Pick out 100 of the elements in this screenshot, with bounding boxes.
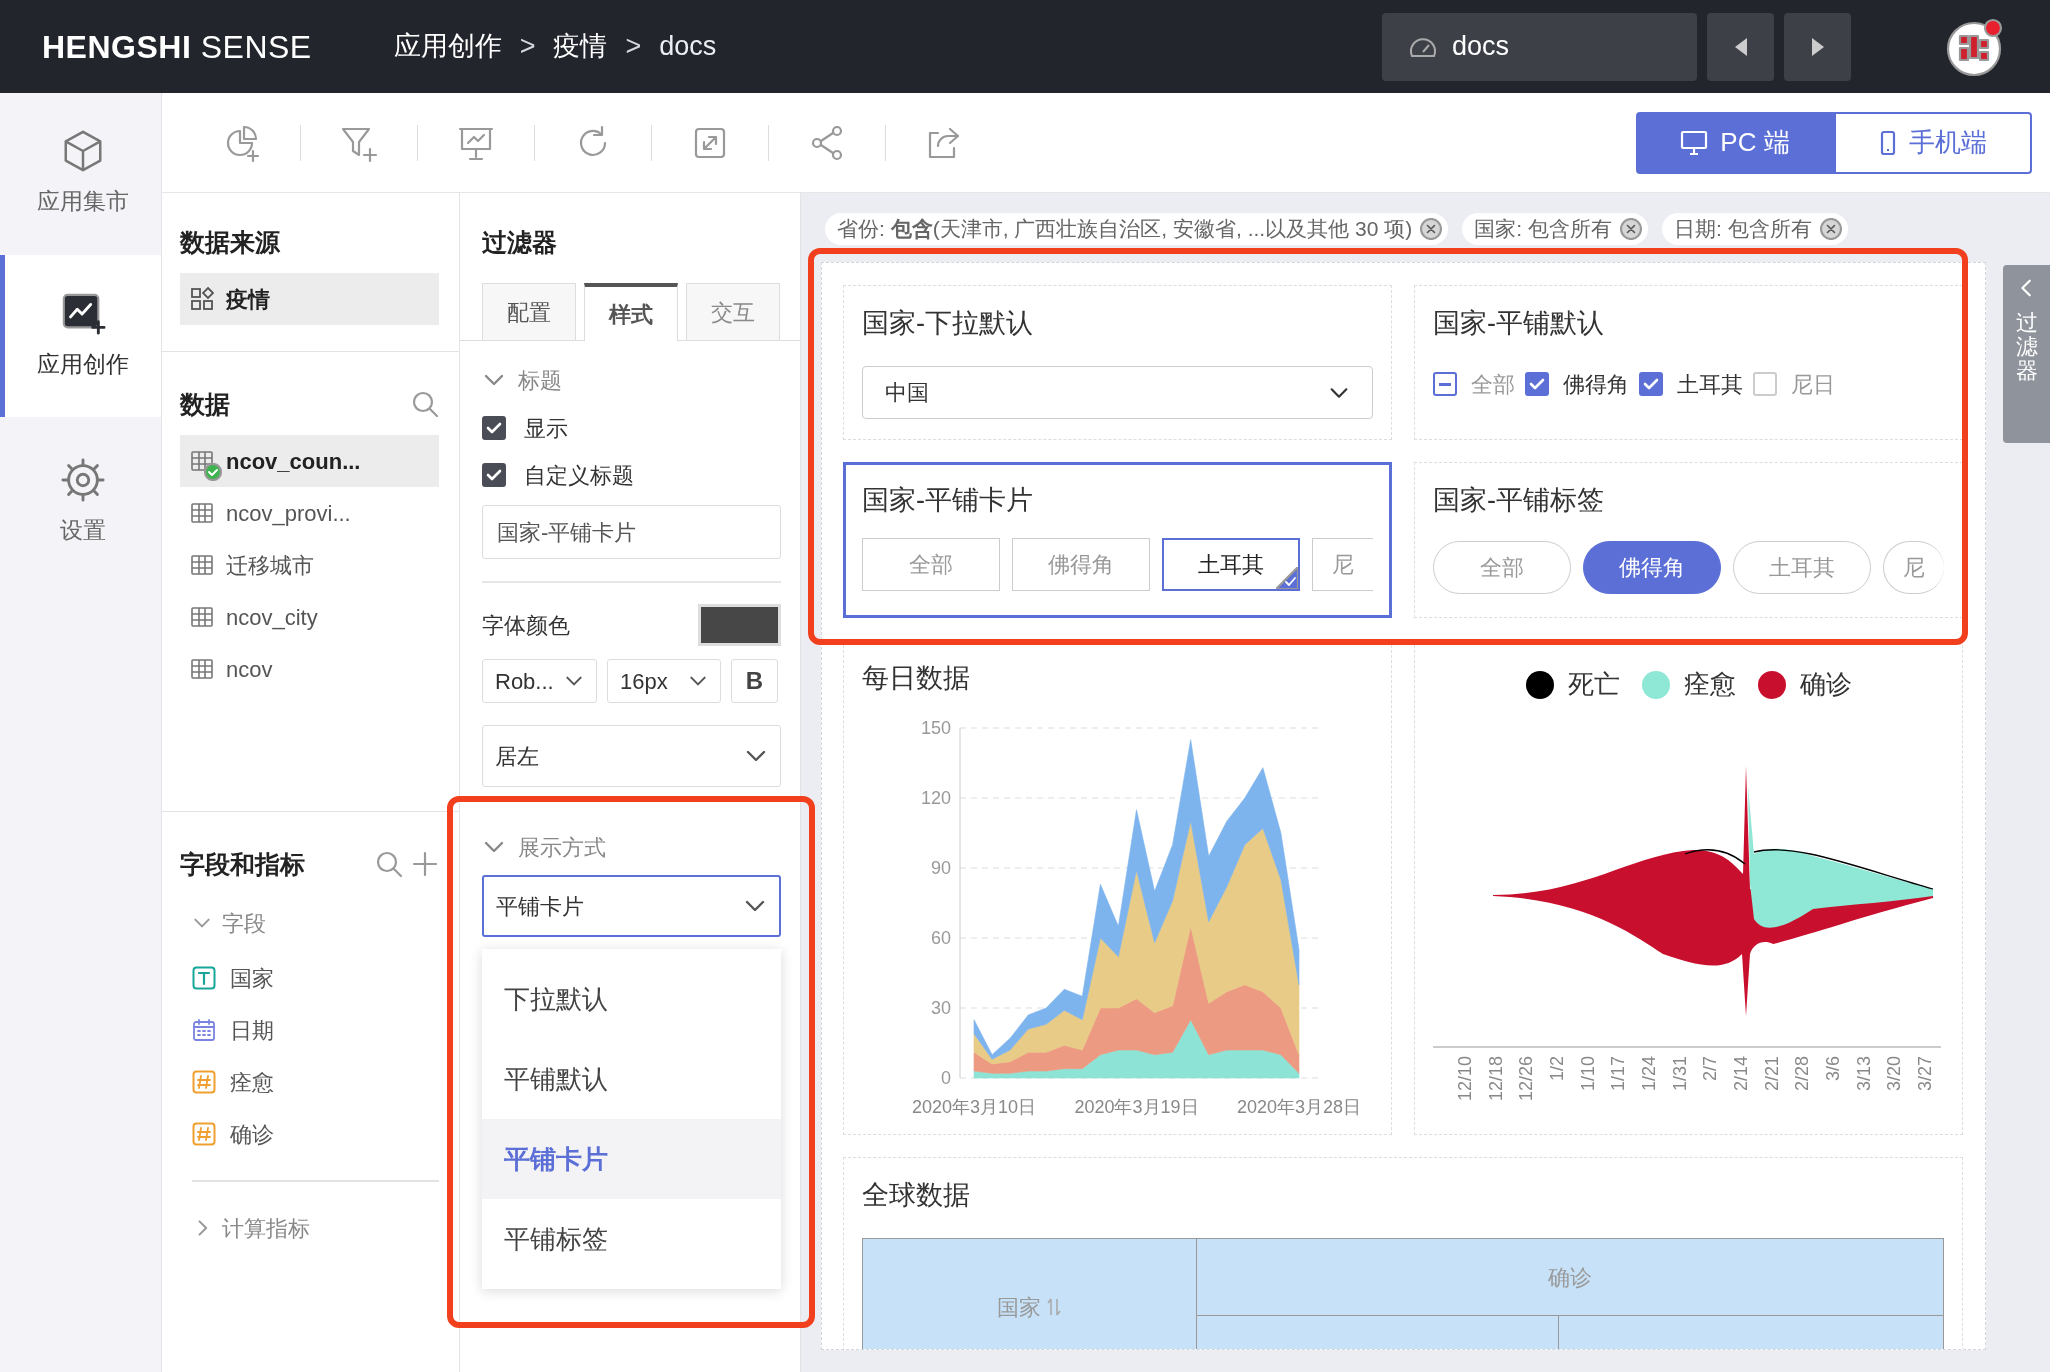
filter-widget[interactable]: 国家-平铺卡片 全部 佛得角 土耳其 尼	[843, 462, 1392, 618]
table-icon	[190, 449, 214, 473]
search-icon[interactable]	[411, 390, 439, 418]
table-icon	[190, 553, 214, 577]
axis-tick-label: 1/2	[1547, 1056, 1567, 1082]
title-input[interactable]: 国家-平铺卡片	[482, 505, 781, 559]
axis-tick-label: 1/10	[1577, 1056, 1598, 1092]
sort-icon	[1047, 1296, 1062, 1318]
add-icon[interactable]	[411, 850, 439, 878]
breadcrumb-link[interactable]: 应用创作	[393, 26, 502, 67]
legend-label: 确诊	[1799, 668, 1852, 701]
field-item[interactable]: 确诊	[180, 1108, 439, 1160]
axis-tick-label: 2/28	[1792, 1056, 1813, 1092]
dashboard-selector[interactable]: docs	[1382, 12, 1697, 81]
option-tag[interactable]: 佛得角	[1583, 541, 1721, 594]
panel-tab[interactable]: 样式	[584, 283, 678, 341]
next-button[interactable]	[1784, 12, 1851, 81]
device-tab[interactable]: 手机端	[1834, 111, 2032, 174]
rail-item[interactable]: 设置	[0, 437, 161, 567]
section-toggle[interactable]: 标题	[482, 363, 781, 397]
group-toggle[interactable]: 字段	[180, 905, 439, 941]
rail-item[interactable]: 应用集市	[0, 93, 161, 253]
monitor-icon	[1680, 129, 1709, 156]
field-item[interactable]: 国家	[180, 952, 439, 1004]
axis-tick-label: 2/7	[1700, 1056, 1721, 1082]
widget-title: 国家-平铺卡片	[862, 484, 1034, 517]
menu-item[interactable]: 下拉默认	[482, 959, 781, 1039]
checkbox[interactable]: 自定义标题	[482, 457, 781, 493]
country-select[interactable]: 中国	[862, 366, 1373, 419]
option-card[interactable]: 土耳其	[1162, 538, 1300, 591]
data-source-item[interactable]: 疫情	[180, 273, 439, 325]
axis-tick-label: 120	[920, 788, 951, 808]
group-toggle[interactable]: 计算指标	[180, 1210, 439, 1246]
filter-widget[interactable]: 国家-平铺默认 全部 佛得角 土耳其 尼日	[1414, 285, 1963, 440]
table-icon	[190, 657, 214, 681]
table-icon	[190, 605, 214, 629]
legend-label: 痊愈	[1683, 668, 1736, 701]
checkbox[interactable]: 土耳其	[1639, 367, 1743, 401]
number-field-icon	[192, 1070, 216, 1094]
axis-tick-label: 30	[930, 998, 951, 1018]
widget-title: 全球数据	[862, 1179, 971, 1212]
font-select[interactable]: 16px	[607, 659, 721, 703]
axis-tick-label: 1/31	[1669, 1056, 1690, 1092]
menu-item[interactable]: 平铺标签	[482, 1199, 781, 1279]
axis-tick-label: 0	[941, 1068, 951, 1088]
menu-item[interactable]: 平铺默认	[482, 1039, 781, 1119]
color-swatch[interactable]	[698, 604, 781, 646]
widget-title: 国家-下拉默认	[862, 307, 1034, 340]
device-tab[interactable]: PC 端	[1636, 111, 1834, 174]
rail-item[interactable]: 应用创作	[0, 255, 161, 417]
field-label: 字体颜色	[482, 611, 570, 640]
apps-icon	[190, 287, 214, 311]
dataset-item[interactable]: ncov	[180, 643, 439, 695]
axis-tick-label: 2/21	[1761, 1056, 1782, 1092]
filter-chip[interactable]: 省份: 包含(天津市, 广西壮族自治区, 安徽省, ...以及其他 30 项)	[825, 213, 1449, 245]
breadcrumb-separator: >	[519, 30, 536, 64]
field-item[interactable]: 日期	[180, 1004, 439, 1056]
filter-widget[interactable]: 国家-下拉默认 中国	[843, 285, 1392, 440]
search-icon[interactable]	[375, 850, 403, 878]
bold-button[interactable]: B	[731, 659, 778, 703]
axis-tick-label: 2020年3月19日	[1074, 1097, 1199, 1117]
axis-tick-label: 12/10	[1455, 1056, 1475, 1102]
panel-tab[interactable]: 配置	[482, 283, 576, 340]
axis-tick-label: 90	[930, 858, 951, 878]
triangle-right-icon	[1809, 35, 1826, 58]
breadcrumb-link[interactable]: 疫情	[553, 26, 608, 67]
field-item[interactable]: 痊愈	[180, 1056, 439, 1108]
close-icon[interactable]	[1619, 218, 1642, 240]
close-icon[interactable]	[1819, 218, 1842, 240]
breadcrumb-separator: >	[625, 30, 642, 64]
breadcrumb-current: docs	[659, 30, 717, 64]
display-select[interactable]: 平铺卡片	[482, 875, 781, 937]
dataset-item[interactable]: 迁移城市	[180, 539, 439, 591]
previous-button[interactable]	[1707, 12, 1774, 81]
legend-label: 死亡	[1567, 668, 1620, 701]
number-field-icon	[192, 1122, 216, 1146]
axis-tick-label: 60	[930, 928, 951, 948]
close-icon[interactable]	[1420, 218, 1443, 240]
axis-tick-label: 12/26	[1516, 1056, 1537, 1102]
dataset-item[interactable]: ncov_coun...	[180, 435, 439, 487]
check-icon	[486, 467, 502, 483]
widget-title: 每日数据	[862, 662, 971, 695]
section-toggle[interactable]: 展示方式	[482, 830, 781, 864]
filter-widget[interactable]: 国家-平铺标签 全部 佛得角 土耳其 尼	[1414, 462, 1963, 618]
filter-chip[interactable]: 日期: 包含所有	[1661, 213, 1848, 245]
align-select[interactable]: 居左	[482, 725, 781, 787]
checkbox[interactable]: 佛得角	[1525, 367, 1629, 401]
axis-tick-label: 2020年3月10日	[911, 1097, 1037, 1117]
font-select[interactable]: Rob...	[482, 659, 597, 703]
filter-chip[interactable]: 国家: 包含所有	[1462, 213, 1648, 245]
panel-title: 过滤器	[482, 227, 558, 258]
axis-tick-label: 3/20	[1884, 1056, 1905, 1092]
dataset-item[interactable]: ncov_city	[180, 591, 439, 643]
corner-check-icon	[1276, 567, 1298, 589]
panel-title: 数据	[180, 389, 230, 420]
checkbox[interactable]: 显示	[482, 410, 781, 446]
menu-item[interactable]: 平铺卡片	[482, 1119, 781, 1199]
axis-tick-label: 150	[920, 718, 951, 738]
text-field-icon	[192, 966, 216, 990]
dataset-item[interactable]: ncov_provi...	[180, 487, 439, 539]
